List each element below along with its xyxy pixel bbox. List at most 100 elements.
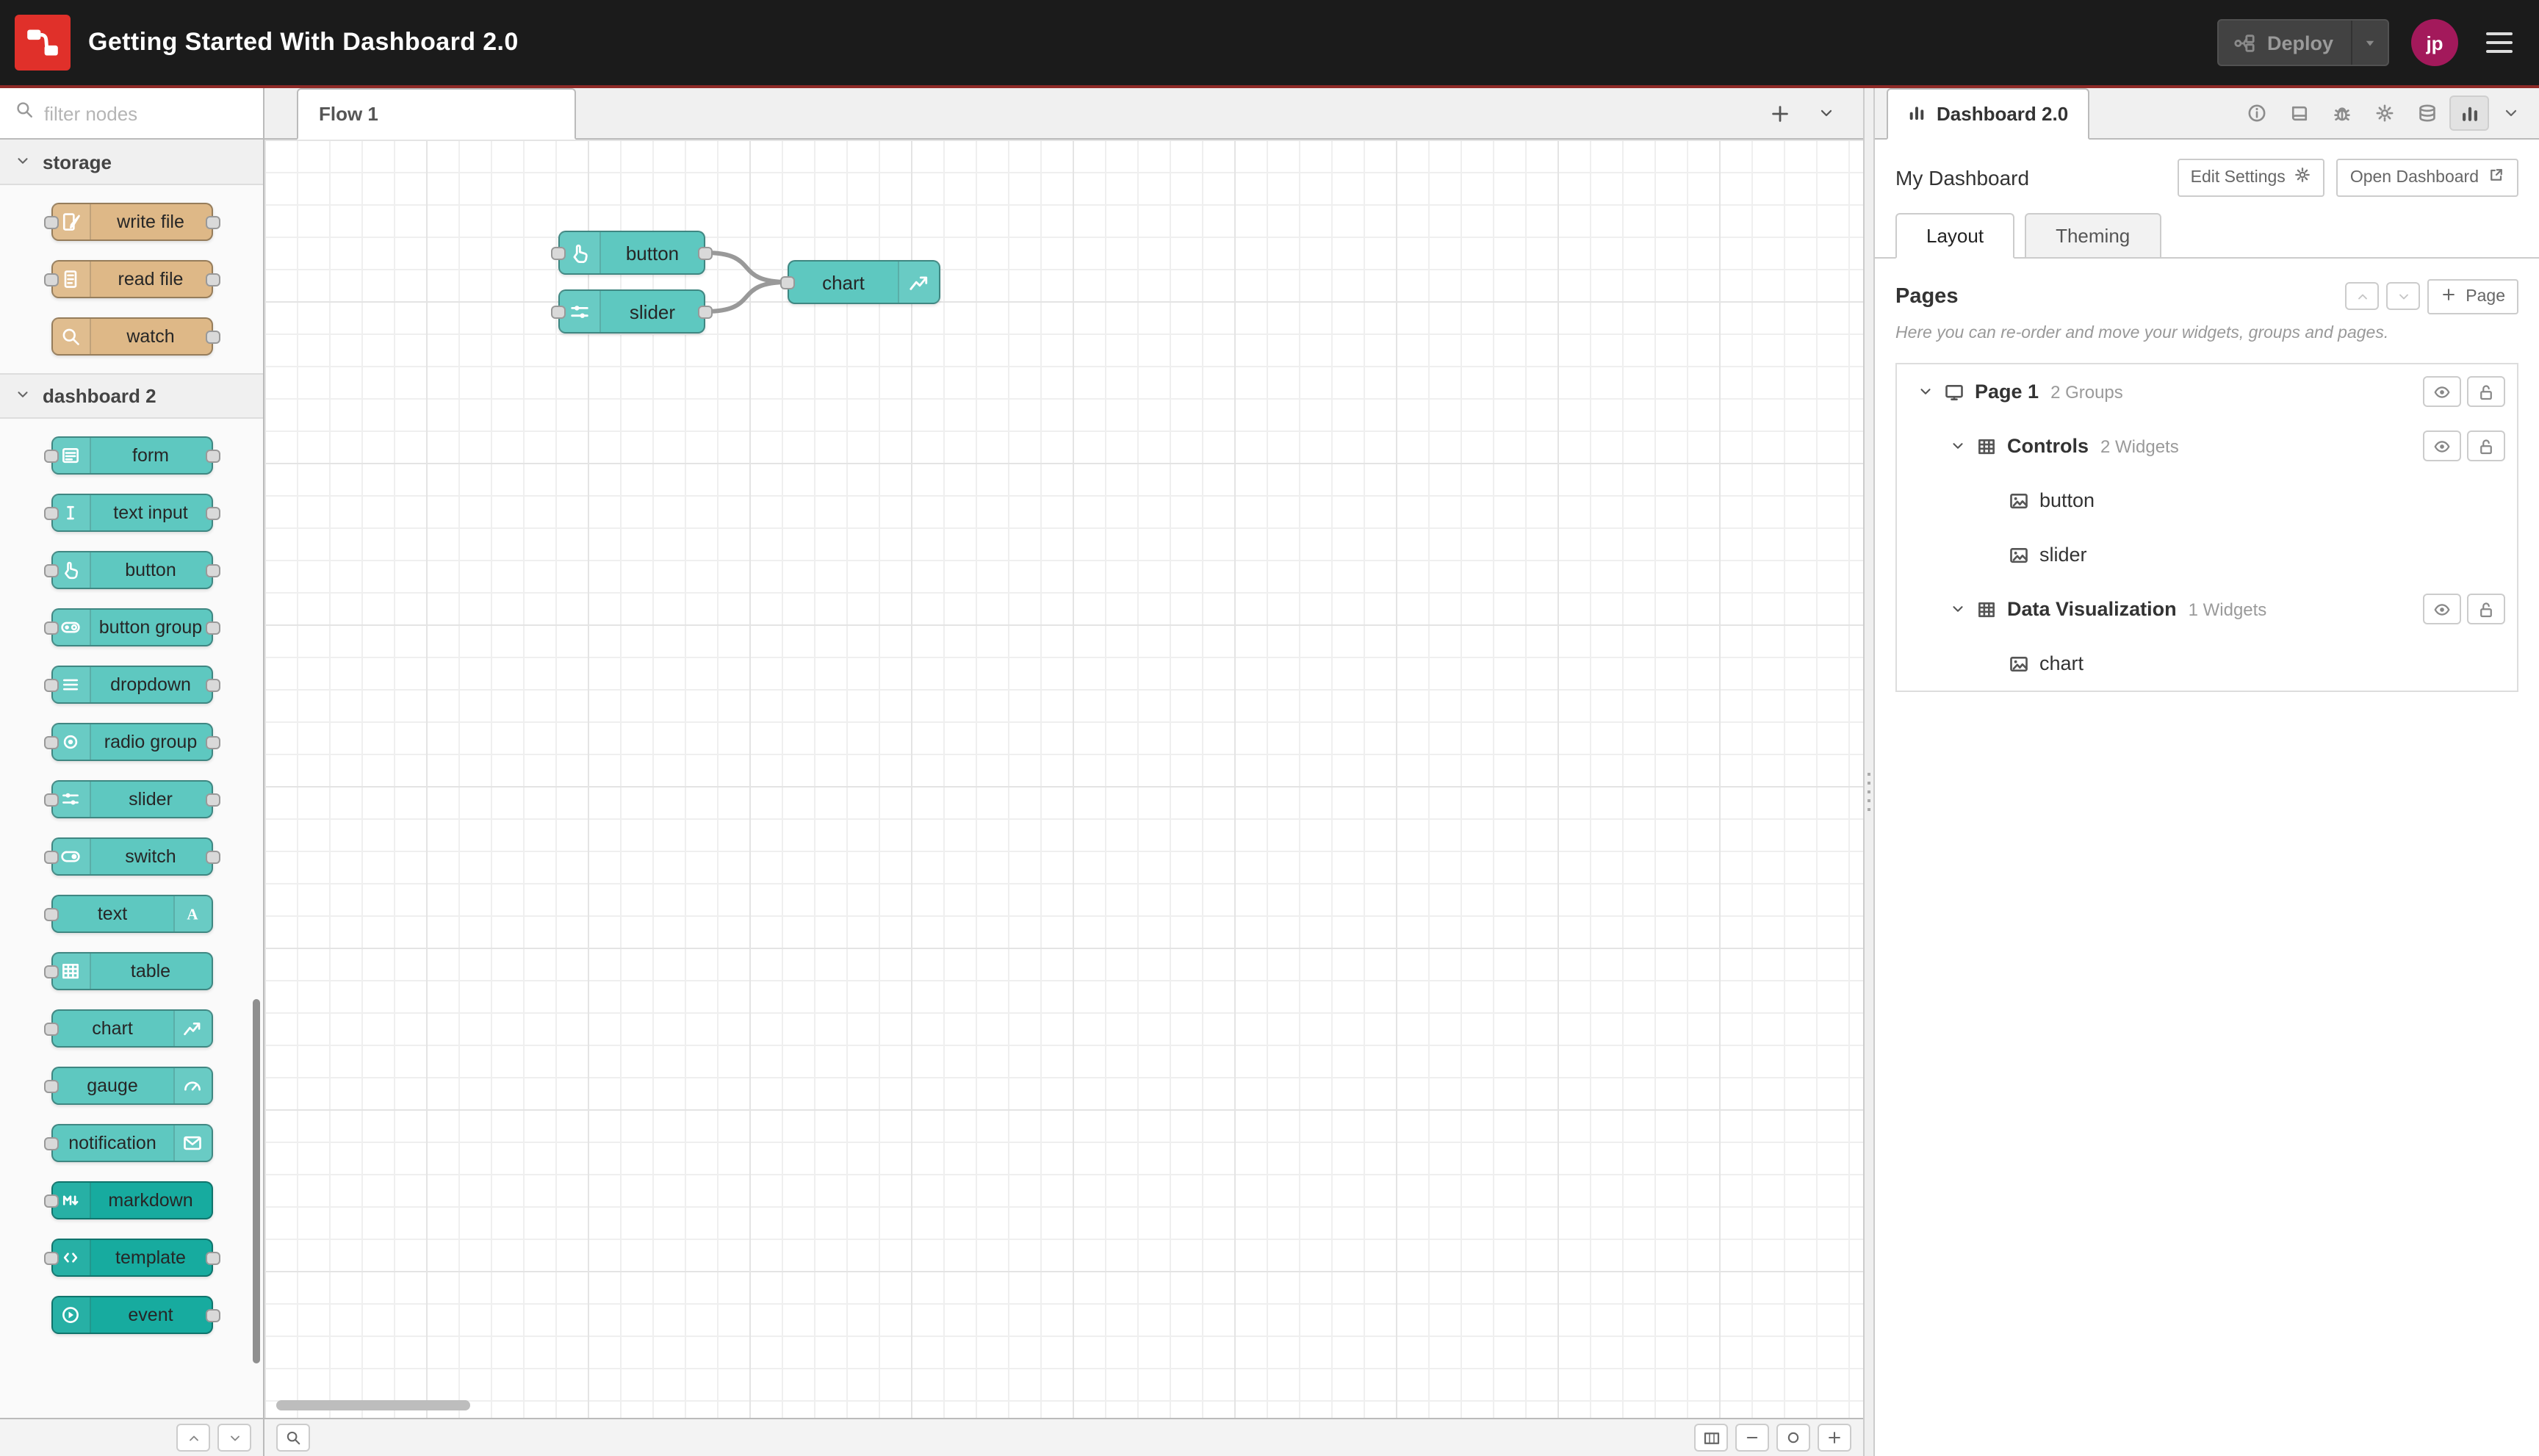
node-output-port[interactable]	[205, 621, 220, 634]
palette-node-button[interactable]: button	[43, 551, 220, 589]
sidebar-tool-layers-icon[interactable]	[2407, 95, 2446, 131]
node-input-port[interactable]	[551, 246, 566, 259]
tree-row-chart[interactable]: chart	[1897, 637, 2517, 691]
palette-node-form[interactable]: form	[43, 436, 220, 475]
tab-flow-1[interactable]: Flow 1	[297, 88, 576, 140]
node-output-port[interactable]	[205, 215, 220, 228]
palette-node-write-file[interactable]: write file	[43, 203, 220, 241]
lock-toggle-button[interactable]	[2467, 430, 2505, 462]
node-output-port[interactable]	[205, 563, 220, 577]
node-input-port[interactable]	[551, 305, 566, 318]
add-page-button[interactable]: Page	[2427, 278, 2518, 315]
palette-node-read-file[interactable]: read file	[43, 260, 220, 298]
node-output-port[interactable]	[205, 506, 220, 519]
palette-collapse-down-button[interactable]	[217, 1424, 251, 1452]
flow-list-caret[interactable]	[1807, 95, 1845, 131]
node-input-port[interactable]	[43, 965, 58, 978]
sidebar-splitter[interactable]	[1863, 88, 1875, 1456]
palette-node-button-group[interactable]: button group	[43, 608, 220, 646]
node-input-port[interactable]	[43, 1194, 58, 1207]
node-output-port[interactable]	[205, 735, 220, 749]
palette-node-slider[interactable]: slider	[43, 780, 220, 818]
node-output-port[interactable]	[205, 273, 220, 286]
node-output-port[interactable]	[205, 793, 220, 806]
palette-category-dashboard-2[interactable]: dashboard 2	[0, 373, 263, 419]
visibility-toggle-button[interactable]	[2423, 376, 2461, 408]
zoom-reset-button[interactable]	[1776, 1424, 1810, 1452]
palette-node-markdown[interactable]: markdown	[43, 1181, 212, 1219]
flow-canvas[interactable]: button slider chart	[264, 140, 1863, 1418]
node-output-port[interactable]	[205, 1308, 220, 1322]
sidebar-tool-info-icon[interactable]	[2236, 95, 2276, 131]
node-input-port[interactable]	[43, 907, 58, 920]
node-input-port[interactable]	[43, 678, 58, 691]
node-input-port[interactable]	[43, 563, 58, 577]
zoom-in-button[interactable]	[1818, 1424, 1851, 1452]
node-input-port[interactable]	[43, 735, 58, 749]
chevron-down-icon[interactable]	[1947, 602, 1969, 618]
tree-row-slider[interactable]: slider	[1897, 528, 2517, 583]
palette-node-table[interactable]: table	[43, 952, 212, 990]
toggle-navigator-button[interactable]	[1694, 1424, 1728, 1452]
palette-scrollbar[interactable]	[253, 999, 260, 1363]
node-input-port[interactable]	[43, 621, 58, 634]
node-input-port[interactable]	[43, 273, 58, 286]
edit-settings-button[interactable]: Edit Settings	[2177, 159, 2325, 197]
lock-toggle-button[interactable]	[2467, 594, 2505, 625]
tree-row-page-1[interactable]: Page 1 2 Groups	[1897, 365, 2517, 419]
node-output-port[interactable]	[205, 449, 220, 462]
page-move-down-button[interactable]	[2386, 282, 2421, 311]
tab-dashboard-2[interactable]: Dashboard 2.0	[1887, 88, 2089, 140]
palette-node-switch[interactable]: switch	[43, 837, 220, 876]
tab-theming[interactable]: Theming	[2025, 212, 2161, 259]
palette-node-watch[interactable]: watch	[51, 317, 220, 356]
sidebar-tool-bar-chart-icon[interactable]	[2449, 95, 2489, 131]
palette-node-text-input[interactable]: text input	[43, 494, 220, 532]
flow-node-chart[interactable]: chart	[780, 260, 940, 304]
node-input-port[interactable]	[43, 449, 58, 462]
tree-row-button[interactable]: button	[1897, 474, 2517, 528]
node-output-port[interactable]	[205, 1251, 220, 1264]
node-input-port[interactable]	[43, 1251, 58, 1264]
sidebar-tool-gear-icon[interactable]	[2364, 95, 2404, 131]
node-output-port[interactable]	[205, 678, 220, 691]
tree-row-data-visualization[interactable]: Data Visualization 1 Widgets	[1897, 583, 2517, 637]
add-flow-button[interactable]	[1760, 95, 1798, 131]
palette-node-dropdown[interactable]: dropdown	[43, 666, 220, 704]
palette-category-storage[interactable]: storage	[0, 140, 263, 185]
main-menu-icon[interactable]	[2480, 26, 2518, 60]
zoom-out-button[interactable]	[1735, 1424, 1769, 1452]
deploy-options-caret[interactable]	[2351, 21, 2388, 65]
palette-node-event[interactable]: event	[51, 1296, 220, 1334]
palette-search[interactable]	[0, 88, 263, 140]
tab-layout[interactable]: Layout	[1895, 212, 2015, 259]
node-input-port[interactable]	[43, 1022, 58, 1035]
node-input-port[interactable]	[43, 1079, 58, 1092]
canvas-horizontal-scrollbar[interactable]	[276, 1400, 470, 1410]
node-input-port[interactable]	[43, 793, 58, 806]
node-input-port[interactable]	[43, 850, 58, 863]
palette-node-chart[interactable]: chart	[43, 1009, 212, 1048]
tree-row-controls[interactable]: Controls 2 Widgets	[1897, 419, 2517, 474]
visibility-toggle-button[interactable]	[2423, 594, 2461, 625]
visibility-toggle-button[interactable]	[2423, 430, 2461, 462]
palette-collapse-up-button[interactable]	[176, 1424, 210, 1452]
user-avatar[interactable]: jp	[2411, 19, 2458, 66]
flow-node-slider[interactable]: slider	[551, 289, 713, 334]
palette-node-radio-group[interactable]: radio group	[43, 723, 220, 761]
search-flows-button[interactable]	[276, 1424, 310, 1452]
chevron-down-icon[interactable]	[1947, 439, 1969, 455]
node-output-port[interactable]	[698, 305, 713, 318]
palette-search-input[interactable]	[44, 102, 220, 124]
open-dashboard-button[interactable]: Open Dashboard	[2336, 159, 2518, 197]
node-output-port[interactable]	[698, 246, 713, 259]
lock-toggle-button[interactable]	[2467, 376, 2505, 408]
node-output-port[interactable]	[205, 330, 220, 343]
palette-node-text[interactable]: Atext	[43, 895, 212, 933]
node-input-port[interactable]	[43, 215, 58, 228]
palette-node-notification[interactable]: notification	[43, 1124, 212, 1162]
node-output-port[interactable]	[205, 850, 220, 863]
palette-node-gauge[interactable]: gauge	[43, 1067, 212, 1105]
sidebar-tool-book-icon[interactable]	[2279, 95, 2319, 131]
sidebar-tool-bug-icon[interactable]	[2322, 95, 2361, 131]
